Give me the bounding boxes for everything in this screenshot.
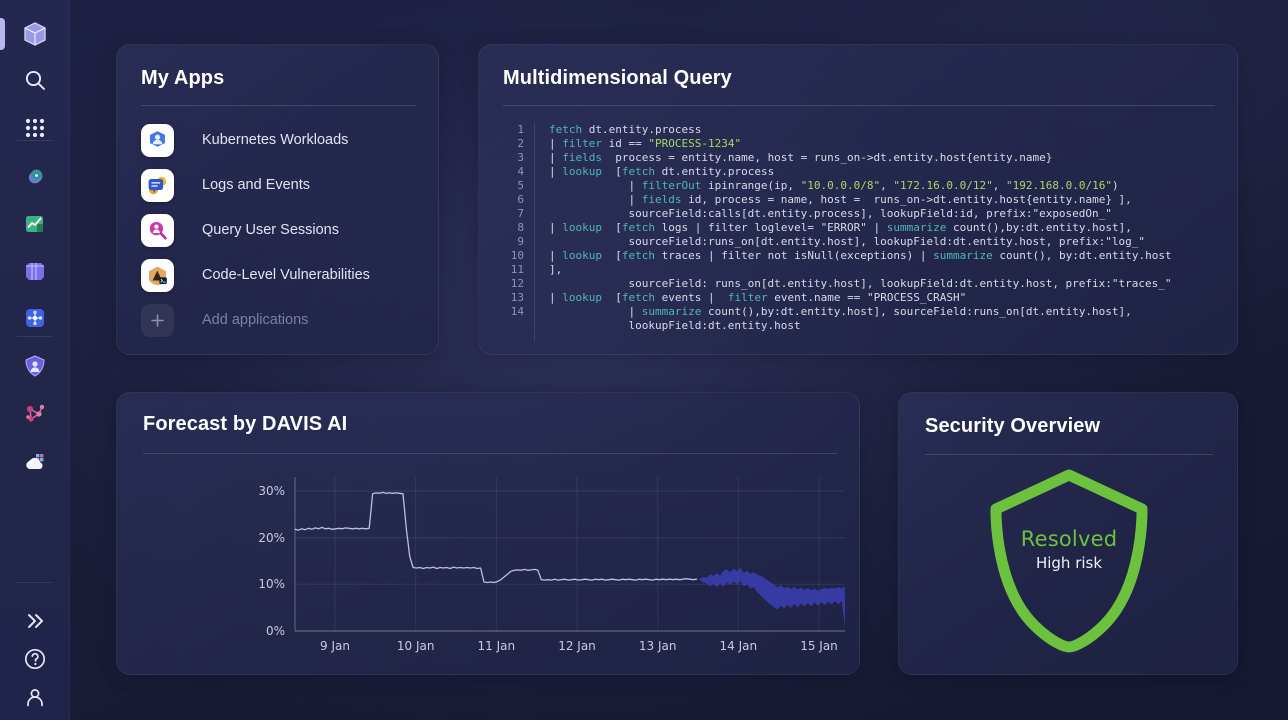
expand-sidebar-icon[interactable]	[19, 605, 51, 637]
code-line: fetch dt.entity.process	[549, 123, 1215, 137]
app-list-item[interactable]: Logs and Events	[141, 168, 419, 202]
line-number: 4	[503, 165, 524, 179]
user-account-icon[interactable]	[19, 682, 51, 714]
line-number: 7	[503, 207, 524, 221]
line-number: 3	[503, 151, 524, 165]
search-icon[interactable]	[19, 64, 51, 96]
left-navigation-rail	[0, 0, 70, 720]
forecast-divider	[143, 453, 837, 454]
kubernetes-app-icon	[141, 124, 174, 157]
forecast-chart[interactable]: 0% 10% 20% 30% 9 Jan 10 Jan 11 Jan 12 Jan 13 Jan…	[117, 459, 861, 671]
add-applications-button[interactable]: Add applications	[141, 303, 419, 337]
topology-icon[interactable]	[19, 398, 51, 430]
x-axis-tick-label: 14 Jan	[720, 639, 758, 653]
code-line: | lookup [fetch logs | filter loglevel= …	[549, 221, 1215, 235]
my-apps-divider	[141, 105, 416, 106]
security-overview-panel: Security Overview Resolved High risk	[898, 392, 1238, 675]
help-icon[interactable]	[19, 643, 51, 675]
code-line: ],	[549, 263, 1215, 277]
line-number: 13	[503, 291, 524, 305]
code-line: | lookup [fetch dt.entity.process	[549, 165, 1215, 179]
x-axis-tick-label: 10 Jan	[397, 639, 435, 653]
line-number: 14	[503, 305, 524, 319]
user-sessions-app-icon	[141, 214, 174, 247]
code-content[interactable]: fetch dt.entity.process| filter id == "P…	[535, 123, 1215, 341]
line-number: 10	[503, 249, 524, 263]
query-panel-title: Multidimensional Query	[503, 67, 732, 90]
line-number: 8	[503, 221, 524, 235]
code-line: | fields id, process = name, host = runs…	[549, 193, 1215, 207]
line-number: 11	[503, 263, 524, 277]
layers-icon[interactable]	[19, 255, 51, 287]
forecast-title: Forecast by DAVIS AI	[143, 413, 347, 436]
code-line: sourceField: runs_on[dt.entity.host], lo…	[549, 277, 1215, 291]
plus-icon	[141, 304, 174, 337]
security-status-text: Resolved High risk	[969, 527, 1169, 572]
line-number: 5	[503, 179, 524, 193]
app-list-item-label: Query User Sessions	[202, 222, 339, 238]
nav-divider-2	[17, 336, 53, 337]
y-axis-tick-label: 0%	[117, 624, 285, 638]
my-apps-title: My Apps	[141, 67, 224, 90]
code-line: | fields process = entity.name, host = r…	[549, 151, 1215, 165]
line-number: 9	[503, 235, 524, 249]
x-axis-tick-label: 13 Jan	[639, 639, 677, 653]
active-nav-indicator	[0, 18, 5, 50]
cloud-icon[interactable]	[19, 446, 51, 478]
security-divider	[925, 454, 1213, 455]
app-list-item-label: Code-Level Vulnerabilities	[202, 267, 370, 283]
forecast-panel: Forecast by DAVIS AI 0% 10% 20% 30% 9 Jan 10 …	[116, 392, 860, 675]
line-number: 6	[503, 193, 524, 207]
y-axis-tick-label: 20%	[117, 531, 285, 545]
line-number: 12	[503, 277, 524, 291]
x-axis-tick-label: 12 Jan	[558, 639, 596, 653]
x-axis-tick-label: 11 Jan	[478, 639, 516, 653]
x-axis-tick-label: 9 Jan	[320, 639, 350, 653]
app-list-item[interactable]: Code-Level Vulnerabilities	[141, 258, 419, 292]
query-panel-divider	[503, 105, 1215, 106]
code-line: | filter id == "PROCESS-1234"	[549, 137, 1215, 151]
code-vulnerabilities-app-icon	[141, 259, 174, 292]
code-line-number-gutter: 1234567891011121314	[503, 123, 535, 341]
y-axis-tick-label: 30%	[117, 484, 285, 498]
multidimensional-query-panel: Multidimensional Query 12345678910111213…	[478, 44, 1238, 355]
app-list-item[interactable]: Kubernetes Workloads	[141, 123, 419, 157]
add-applications-label: Add applications	[202, 312, 308, 328]
code-line: | summarize count(),by:dt.entity.host], …	[549, 305, 1215, 319]
security-risk-label: High risk	[969, 554, 1169, 572]
nav-divider-3	[17, 582, 53, 583]
analytics-icon[interactable]	[19, 208, 51, 240]
code-line: | lookup [fetch traces | filter not isNu…	[549, 249, 1215, 263]
distributed-traces-icon[interactable]	[19, 302, 51, 334]
security-status-label: Resolved	[969, 527, 1169, 551]
app-list-item-label: Kubernetes Workloads	[202, 132, 348, 148]
security-shield-icon[interactable]	[19, 350, 51, 382]
code-line: lookupField:dt.entity.host	[549, 319, 1215, 333]
line-number: 1	[503, 123, 524, 137]
code-line: sourceField:runs_on[dt.entity.host], loo…	[549, 235, 1215, 249]
security-title: Security Overview	[925, 415, 1100, 438]
x-axis-tick-label: 15 Jan	[800, 639, 838, 653]
nav-divider-1	[17, 140, 53, 141]
dashboard-root: My Apps Kubernetes Workloads Logs and Eve…	[0, 0, 1288, 720]
query-code-editor[interactable]: 1234567891011121314 fetch dt.entity.proc…	[503, 123, 1215, 341]
y-axis-tick-label: 10%	[117, 577, 285, 591]
app-list-item[interactable]: Query User Sessions	[141, 213, 419, 247]
security-status-visual: Resolved High risk	[899, 465, 1239, 665]
line-number: 2	[503, 137, 524, 151]
my-apps-panel: My Apps Kubernetes Workloads Logs and Eve…	[116, 44, 439, 355]
app-list-item-label: Logs and Events	[202, 177, 310, 193]
logs-events-app-icon	[141, 169, 174, 202]
code-line: | filterOut ipinrange(ip, "10.0.0.0/8", …	[549, 179, 1215, 193]
platform-cube-icon[interactable]	[19, 18, 51, 50]
code-line: | lookup [fetch events | filter event.na…	[549, 291, 1215, 305]
kubernetes-icon[interactable]	[19, 160, 51, 192]
code-line: sourceField:calls[dt.entity.process], lo…	[549, 207, 1215, 221]
